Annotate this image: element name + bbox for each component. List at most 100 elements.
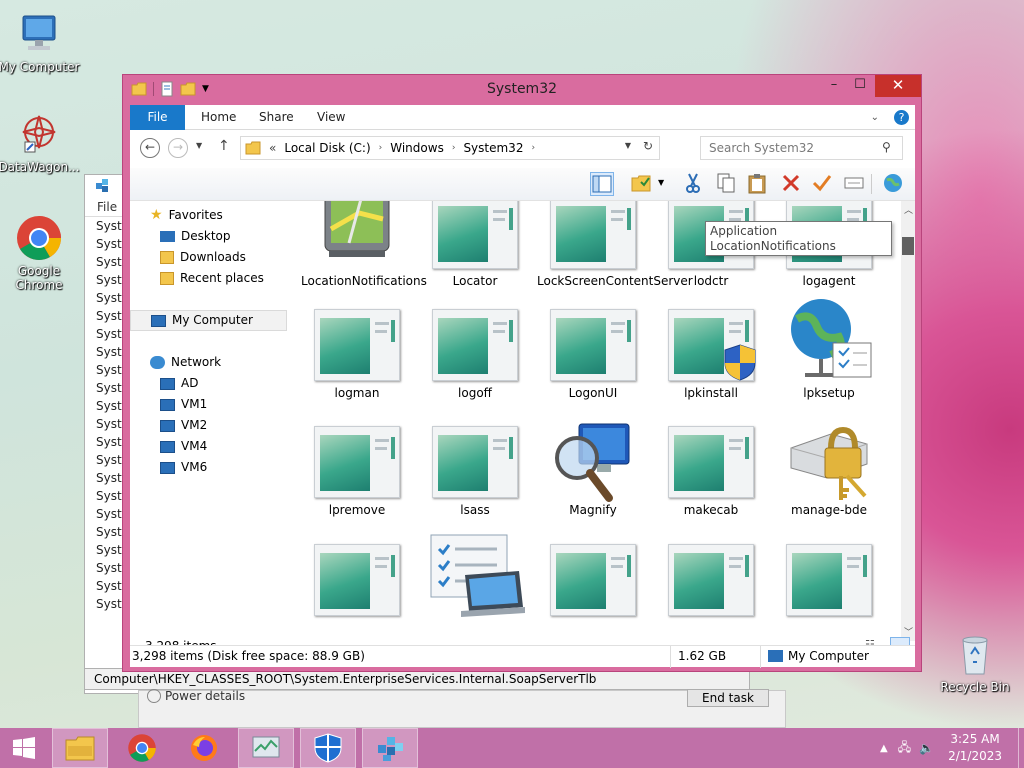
end-task-button[interactable]: End task — [687, 689, 769, 707]
file-item-lsass[interactable]: lsass — [419, 418, 531, 518]
chevron-right-icon[interactable]: › — [531, 143, 535, 153]
file-item-locationnotifications[interactable]: LocationNotifications — [301, 201, 427, 289]
document-icon — [309, 536, 405, 616]
maximize-button[interactable]: ☐ — [847, 77, 873, 97]
desktop-icon-recycle-bin[interactable]: Recycle Bin — [934, 630, 1016, 694]
copy-icon[interactable] — [715, 172, 739, 196]
nav-desktop[interactable]: Desktop — [160, 226, 231, 247]
breadcrumb-system32[interactable]: System32 — [463, 141, 523, 155]
file-item-lpksetup[interactable]: lpksetup — [773, 299, 885, 401]
show-hidden-icons[interactable]: ▲ — [880, 743, 888, 754]
explorer-window[interactable]: ▼ System32 – ☐ ✕ File Home Share View ⌄ … — [122, 74, 922, 672]
nav-network[interactable]: Network — [150, 352, 221, 373]
scrollbar-thumb[interactable] — [902, 237, 914, 255]
tab-file[interactable]: File — [130, 105, 185, 130]
file-item[interactable] — [301, 536, 413, 616]
start-button[interactable] — [0, 728, 48, 768]
computer-icon — [160, 461, 175, 474]
recent-locations-icon[interactable]: ▼ — [196, 141, 202, 150]
status-bar: 3,298 items (Disk free space: 88.9 GB) 1… — [130, 645, 915, 668]
globe-icon[interactable] — [882, 172, 906, 196]
nav-network-item[interactable]: VM2 — [160, 415, 207, 436]
nav-favorites[interactable]: ★ Favorites — [150, 205, 223, 226]
computer-icon — [160, 398, 175, 411]
file-item[interactable] — [655, 536, 767, 616]
expand-ribbon-icon[interactable]: ⌄ — [871, 112, 879, 123]
file-item-lpremove[interactable]: lpremove — [301, 418, 413, 518]
preview-pane-button[interactable] — [590, 172, 614, 196]
breadcrumb-local-disk[interactable]: Local Disk (C:) — [284, 141, 370, 155]
back-button[interactable]: ← — [140, 138, 160, 158]
address-bar[interactable]: « Local Disk (C:) › Windows › System32 ›… — [240, 136, 660, 160]
desktop-icon-google-chrome[interactable]: Google Chrome — [0, 214, 80, 292]
tab-view[interactable]: View — [317, 105, 345, 130]
nav-network-item[interactable]: VM4 — [160, 436, 207, 457]
rename-check-icon[interactable] — [811, 172, 835, 196]
network-tray-icon[interactable]: 🖧 — [898, 738, 911, 759]
nav-label: Network — [171, 355, 222, 369]
file-item-manage-bde[interactable]: manage-bde — [773, 418, 885, 518]
title-bar[interactable]: ▼ System32 – ☐ ✕ — [123, 75, 921, 105]
desktop-icon-datawagon[interactable]: DataWagon... — [0, 110, 80, 174]
delete-icon[interactable] — [780, 172, 804, 196]
registry-editor-icon — [378, 737, 403, 761]
file-list[interactable]: LocationNotifications Locator LockScreen… — [288, 201, 901, 641]
chevron-right-icon[interactable]: › — [379, 143, 383, 153]
file-item-locator[interactable]: Locator — [419, 201, 531, 289]
address-dropdown-icon[interactable]: ▼ — [625, 141, 631, 150]
up-button[interactable]: ↑ — [218, 138, 230, 154]
uac-shield-icon — [724, 344, 756, 381]
breadcrumb-overflow[interactable]: « — [269, 141, 276, 155]
show-desktop-button[interactable] — [1018, 728, 1024, 768]
paste-icon[interactable] — [746, 172, 770, 196]
taskbar-windows-defender[interactable] — [300, 728, 356, 768]
taskbar-file-explorer[interactable] — [52, 728, 108, 768]
nav-downloads[interactable]: Downloads — [160, 247, 246, 268]
refresh-icon[interactable]: ↻ — [643, 139, 653, 153]
file-item-task-list[interactable] — [419, 531, 531, 617]
file-name: manage-bde — [791, 503, 867, 517]
forward-button[interactable]: → — [168, 138, 188, 158]
nav-network-item[interactable]: AD — [160, 373, 198, 394]
file-item[interactable] — [773, 536, 885, 616]
properties-icon[interactable] — [630, 172, 654, 196]
close-button[interactable]: ✕ — [875, 75, 921, 97]
file-item-lpkinstall[interactable]: lpkinstall — [655, 301, 767, 401]
file-item-makecab[interactable]: makecab — [655, 418, 767, 518]
nav-my-computer[interactable]: My Computer — [130, 310, 287, 331]
nav-label: VM6 — [181, 460, 208, 474]
file-item-logonui[interactable]: LogonUI — [537, 301, 649, 401]
cut-icon[interactable] — [682, 172, 706, 196]
desktop-icon-my-computer[interactable]: My Computer — [0, 10, 80, 74]
command-toolbar: ▼ — [130, 168, 915, 201]
search-input[interactable]: Search System32 — [700, 136, 903, 160]
file-item[interactable] — [537, 536, 649, 616]
tab-home[interactable]: Home — [201, 105, 236, 130]
taskbar-firefox[interactable] — [176, 728, 232, 768]
nav-recent-places[interactable]: Recent places — [160, 268, 264, 289]
file-item-magnify[interactable]: Magnify — [537, 418, 649, 518]
minimize-button[interactable]: – — [821, 77, 847, 97]
volume-icon[interactable]: 🔈 — [919, 741, 934, 755]
file-item-logoff[interactable]: logoff — [419, 301, 531, 401]
file-item-logman[interactable]: logman — [301, 301, 413, 401]
help-icon[interactable]: ? — [894, 110, 909, 125]
vertical-scrollbar[interactable]: ︿ ﹀ — [901, 201, 915, 641]
taskbar-task-manager[interactable] — [238, 728, 294, 768]
power-details-link[interactable]: Power details — [165, 689, 245, 703]
clock[interactable]: 3:25 AM 2/1/2023 — [948, 731, 1002, 765]
nav-network-item[interactable]: VM1 — [160, 394, 207, 415]
taskbar: ▲ 🖧 🔈 3:25 AM 2/1/2023 — [0, 728, 1024, 768]
nav-network-item[interactable]: VM6 — [160, 457, 207, 478]
tab-share[interactable]: Share — [259, 105, 294, 130]
chevron-right-icon[interactable]: › — [452, 143, 456, 153]
taskbar-registry-editor[interactable] — [362, 728, 418, 768]
breadcrumb-windows[interactable]: Windows — [390, 141, 444, 155]
chevron-down-icon[interactable]: ▼ — [658, 178, 664, 187]
chevron-up-icon[interactable] — [147, 689, 161, 703]
document-icon — [309, 301, 405, 381]
file-item-lockscreencontentserver[interactable]: LockScreenContentServer — [537, 201, 693, 289]
scroll-up-icon[interactable]: ︿ — [904, 203, 913, 216]
taskbar-chrome[interactable] — [114, 728, 170, 768]
select-icon[interactable] — [843, 172, 867, 196]
